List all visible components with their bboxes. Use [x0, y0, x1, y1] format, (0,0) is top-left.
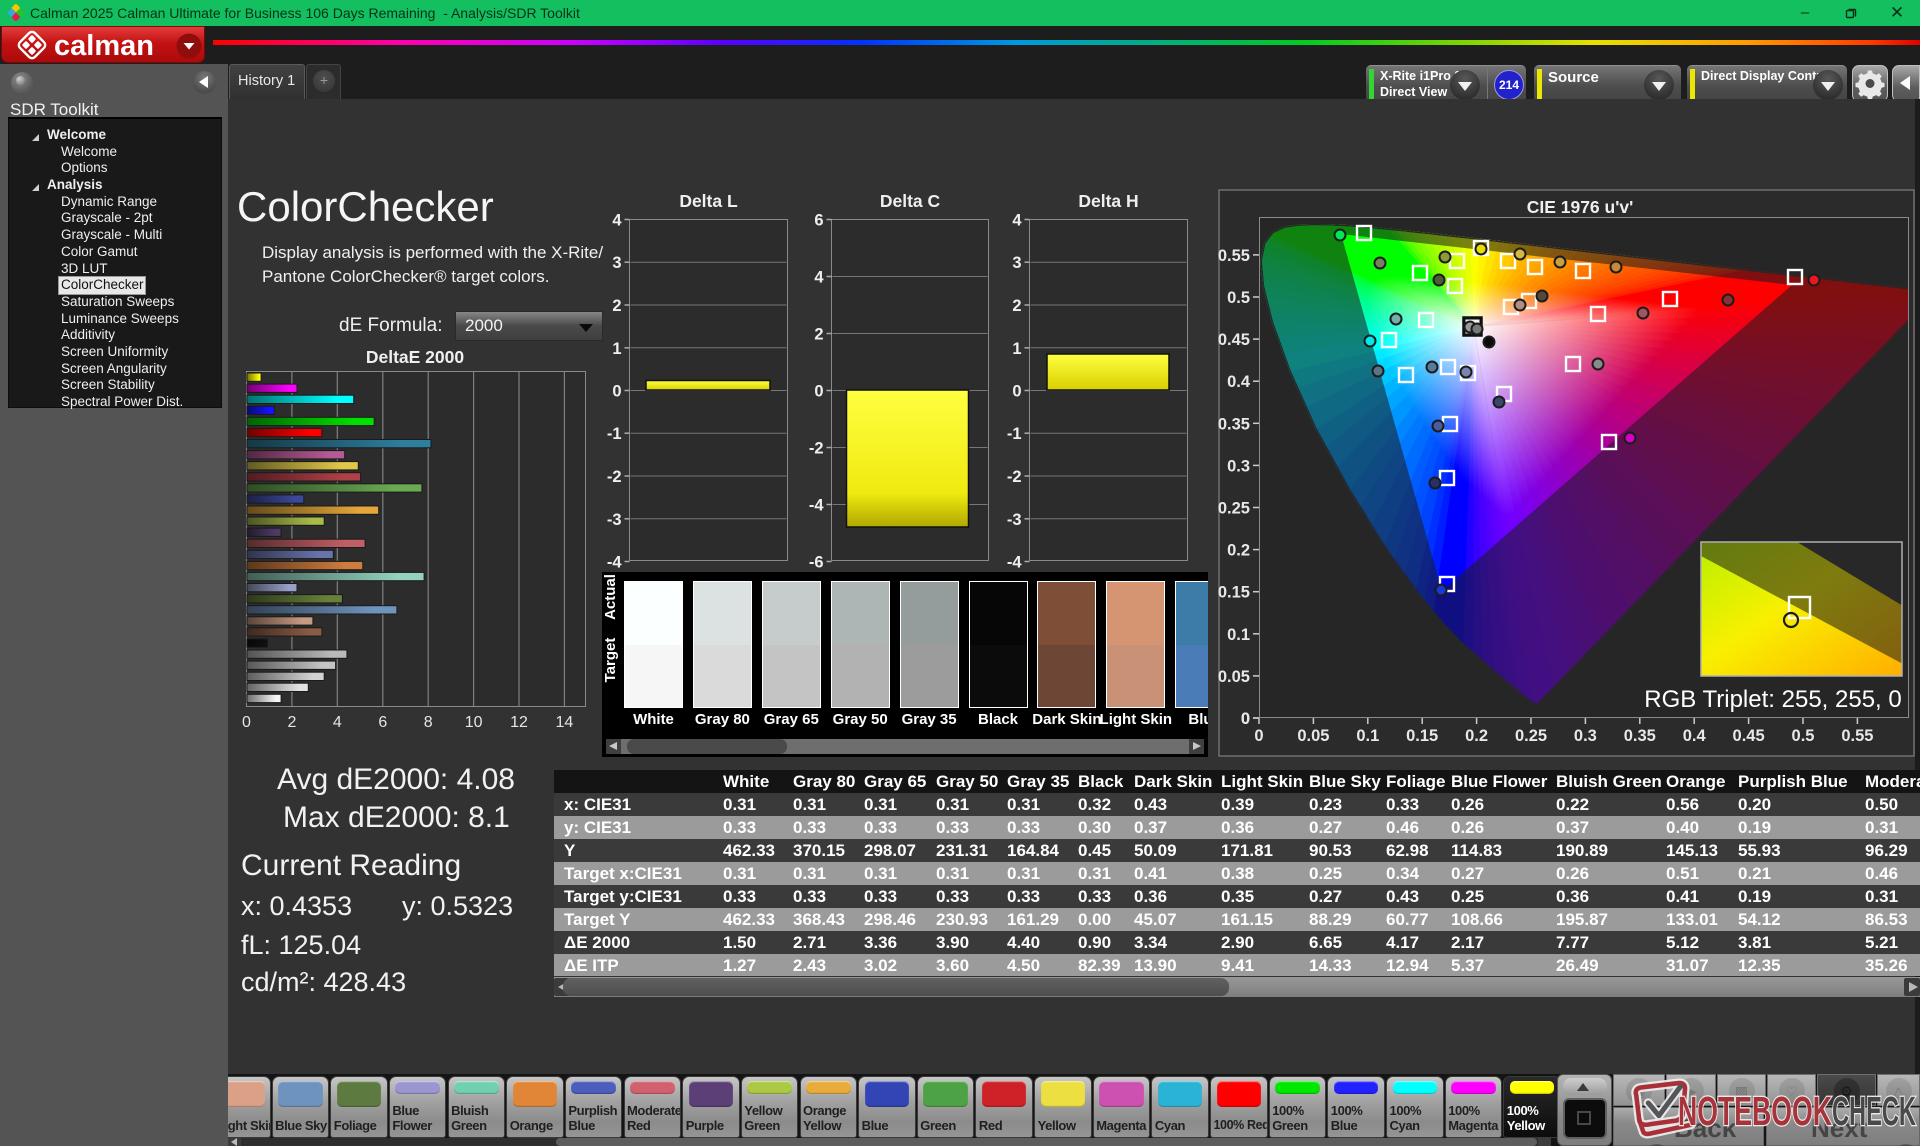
svg-text:2: 2: [287, 714, 296, 731]
svg-text:-1: -1: [607, 425, 622, 443]
svg-text:0.25: 0.25: [1515, 727, 1547, 745]
svg-text:-3: -3: [607, 511, 622, 529]
svg-text:Delta C: Delta C: [880, 191, 941, 211]
svg-text:14: 14: [556, 714, 574, 731]
svg-text:4: 4: [612, 212, 622, 230]
svg-text:0.15: 0.15: [1218, 584, 1250, 602]
svg-text:0.2: 0.2: [1465, 727, 1488, 745]
svg-text:CIE 1976 u'v': CIE 1976 u'v': [1527, 197, 1634, 217]
svg-text:Delta H: Delta H: [1078, 191, 1138, 211]
svg-text:0: 0: [1241, 710, 1250, 728]
svg-text:0.25: 0.25: [1218, 500, 1250, 518]
svg-text:0.45: 0.45: [1218, 331, 1250, 349]
svg-text:2: 2: [612, 297, 621, 315]
svg-text:0.1: 0.1: [1227, 626, 1250, 644]
svg-text:3: 3: [1012, 254, 1021, 272]
svg-text:CHECK: CHECK: [1832, 1088, 1916, 1134]
svg-text:-4: -4: [1007, 554, 1022, 572]
svg-text:0.15: 0.15: [1406, 727, 1438, 745]
svg-text:0.4: 0.4: [1227, 373, 1251, 391]
svg-text:4: 4: [333, 714, 342, 731]
svg-text:8: 8: [424, 714, 433, 731]
svg-text:0.45: 0.45: [1733, 727, 1765, 745]
svg-text:6: 6: [378, 714, 387, 731]
svg-text:2: 2: [814, 326, 823, 344]
svg-text:6: 6: [814, 212, 823, 230]
svg-text:-2: -2: [809, 440, 824, 458]
svg-text:0.55: 0.55: [1841, 727, 1873, 745]
svg-text:0.55: 0.55: [1218, 247, 1250, 265]
svg-text:3: 3: [612, 254, 621, 272]
svg-text:0.05: 0.05: [1297, 727, 1329, 745]
svg-text:0.5: 0.5: [1792, 727, 1815, 745]
svg-text:0.2: 0.2: [1227, 542, 1250, 560]
svg-text:-1: -1: [1007, 425, 1022, 443]
svg-text:0: 0: [1012, 383, 1021, 401]
svg-text:-4: -4: [607, 554, 622, 572]
svg-text:-4: -4: [809, 497, 824, 515]
svg-text:NOTEBOOK: NOTEBOOK: [1678, 1088, 1832, 1134]
svg-text:4: 4: [1012, 212, 1022, 230]
svg-text:0.5: 0.5: [1227, 289, 1250, 307]
svg-text:0.3: 0.3: [1227, 457, 1250, 475]
svg-text:0: 0: [242, 714, 251, 731]
svg-text:1: 1: [1012, 340, 1021, 358]
svg-text:12: 12: [510, 714, 528, 731]
svg-text:DeltaE 2000: DeltaE 2000: [366, 349, 465, 367]
svg-text:0.1: 0.1: [1356, 727, 1379, 745]
svg-text:2: 2: [1012, 297, 1021, 315]
svg-text:-3: -3: [1007, 511, 1022, 529]
svg-text:calman: calman: [54, 30, 154, 62]
svg-text:0.4: 0.4: [1683, 727, 1707, 745]
svg-text:Delta L: Delta L: [679, 191, 738, 211]
svg-text:-2: -2: [607, 468, 622, 486]
svg-text:-6: -6: [809, 554, 824, 572]
svg-text:0: 0: [612, 383, 621, 401]
svg-text:0.35: 0.35: [1624, 727, 1656, 745]
svg-text:1: 1: [612, 340, 621, 358]
svg-text:RGB Triplet: 255, 255, 0: RGB Triplet: 255, 255, 0: [1644, 686, 1901, 713]
svg-text:0.05: 0.05: [1218, 668, 1250, 686]
svg-text:0: 0: [814, 383, 823, 401]
svg-text:-2: -2: [1007, 468, 1022, 486]
svg-text:0.3: 0.3: [1574, 727, 1597, 745]
svg-text:10: 10: [465, 714, 483, 731]
svg-text:0.35: 0.35: [1218, 415, 1250, 433]
svg-text:4: 4: [814, 269, 824, 287]
svg-text:0: 0: [1254, 727, 1263, 745]
